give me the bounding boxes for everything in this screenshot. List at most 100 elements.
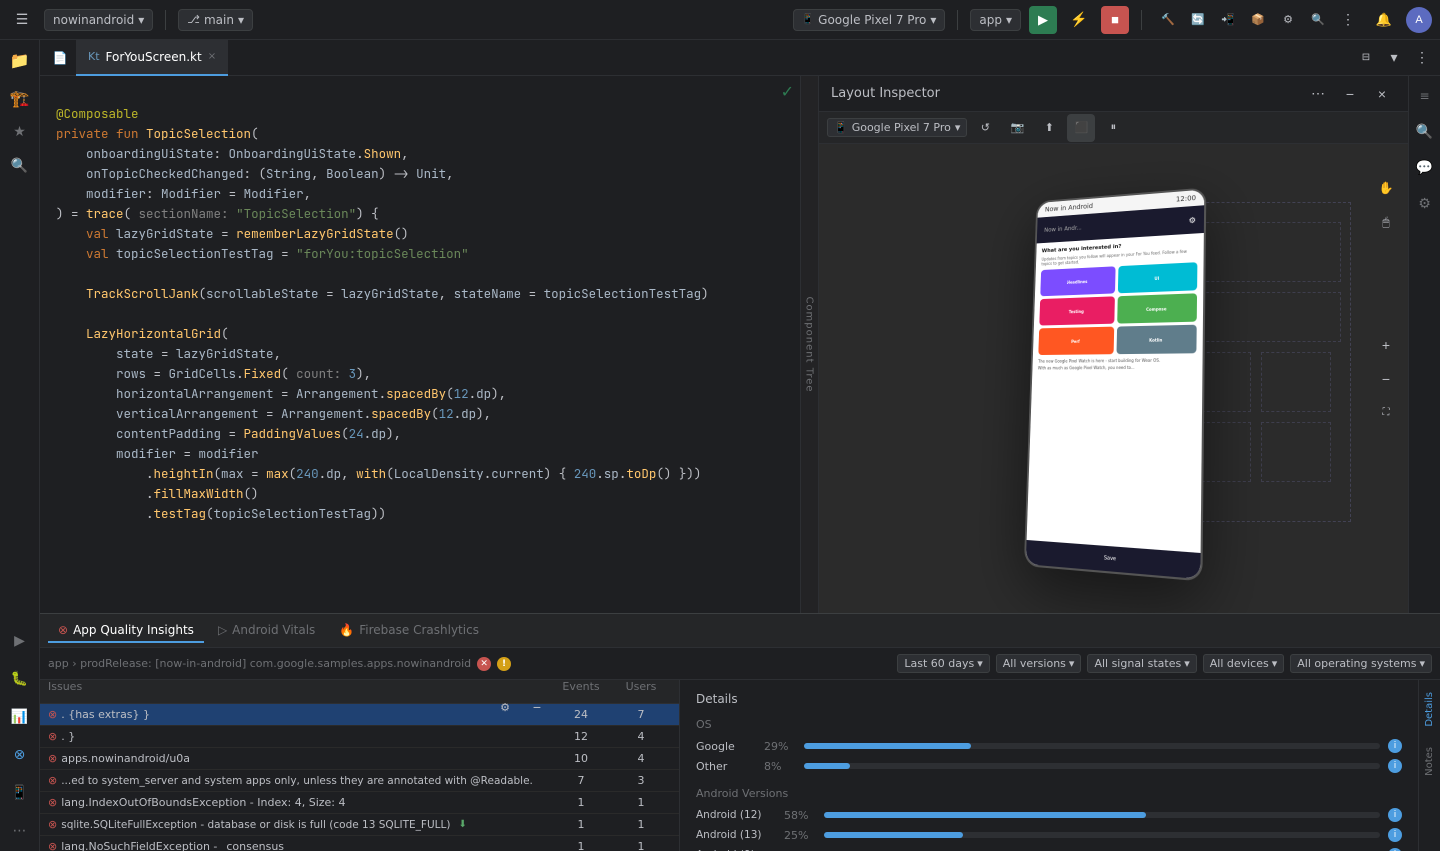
pause-button[interactable]: ⏸ — [1099, 114, 1127, 142]
close-tab-icon[interactable]: × — [208, 51, 216, 62]
android-versions-title: Android Versions — [696, 787, 1402, 800]
av-bar-13: Android (13) 25% i — [696, 828, 1402, 842]
issue-row-3[interactable]: ⊗ apps.nowinandroid/u0a 10 4 — [40, 748, 679, 770]
split-options-button[interactable]: ▾ — [1380, 44, 1408, 72]
device-manager-icon[interactable]: 📱 — [4, 777, 36, 809]
av-info-13[interactable]: i — [1388, 828, 1402, 842]
issue-users-5: 1 — [611, 796, 671, 809]
versions-filter[interactable]: All versions ▾ — [996, 654, 1082, 673]
issue-row-6[interactable]: ⊗ sqlite.SQLiteFullException - database … — [40, 814, 679, 836]
zoom-in-inspector-button[interactable]: + — [1372, 331, 1400, 359]
av-info-12[interactable]: i — [1388, 808, 1402, 822]
tab-firebase[interactable]: 🔥 Firebase Crashlytics — [329, 619, 489, 643]
avatar-button[interactable]: A — [1406, 7, 1432, 33]
sync-button[interactable]: 🔄 — [1184, 6, 1212, 34]
profiler-icon[interactable]: 📊 — [4, 701, 36, 733]
app-config-btn[interactable]: app ▾ — [970, 9, 1021, 31]
favorites-icon[interactable]: ★ — [4, 116, 36, 148]
os-info-other[interactable]: i — [1388, 759, 1402, 773]
issue-users-1: 7 — [611, 708, 671, 721]
stop-button[interactable]: ■ — [1101, 6, 1129, 34]
time-range-filter[interactable]: Last 60 days ▾ — [897, 654, 989, 673]
live-update-button[interactable]: ⬛ — [1067, 114, 1095, 142]
events-col-header: Events — [551, 680, 611, 693]
phone-frame: Now in Android 12:00 Now in Andr... ⚙ Wh… — [1023, 187, 1205, 581]
file-name: ForYouScreen.kt — [106, 50, 202, 64]
sdk-manager-button[interactable]: 📦 — [1244, 6, 1272, 34]
os-filter[interactable]: All operating systems ▾ — [1290, 654, 1432, 673]
inspector-settings-icon[interactable]: ⚙ — [1409, 188, 1440, 220]
inspector-toolbar: 📱 Google Pixel 7 Pro ▾ ↺ 📷 ⬆ ⬛ ⏸ — [819, 112, 1408, 144]
inspector-header: Layout Inspector ⋯ − × — [819, 76, 1408, 112]
layout-inspector-panel: Layout Inspector ⋯ − × 📱 Google Pixel 7 … — [818, 76, 1408, 613]
run-button[interactable]: ▶ — [1029, 6, 1057, 34]
issue-row-4[interactable]: ⊗ ...ed to system_server and system apps… — [40, 770, 679, 792]
separator-2 — [957, 10, 958, 30]
more-options-button[interactable]: ⋮ — [1334, 6, 1362, 34]
file-tab-foryouscreen[interactable]: Kt ForYouScreen.kt × — [76, 40, 228, 76]
project-sidebar-icon[interactable]: 📁 — [4, 44, 36, 76]
lint-ok-icon: ✓ — [781, 82, 794, 101]
issues-collapse-button[interactable]: − — [523, 693, 551, 721]
details-title: Details — [696, 692, 1402, 706]
more-sidebar-icon[interactable]: ⋯ — [4, 815, 36, 847]
issues-settings-button[interactable]: ⚙ — [491, 693, 519, 721]
fit-inspector-button[interactable]: ⛶ — [1372, 399, 1400, 427]
time-range-label: Last 60 days — [904, 657, 974, 670]
refresh-inspector-button[interactable]: ↺ — [971, 114, 999, 142]
file-icon: Kt — [88, 50, 100, 63]
debug-button[interactable]: ⚡ — [1065, 6, 1093, 34]
chevron-down-icon-5: ▾ — [955, 121, 961, 134]
inspector-close-button[interactable]: × — [1368, 80, 1396, 108]
code-editor[interactable]: ✓ @Composable private fun TopicSelection… — [40, 76, 800, 613]
project-selector[interactable]: nowinandroid ▾ — [44, 9, 153, 31]
build-button[interactable]: 🔨 — [1154, 6, 1182, 34]
structure-icon[interactable]: 🏗️ — [4, 82, 36, 114]
issue-row-5[interactable]: ⊗ lang.IndexOutOfBoundsException - Index… — [40, 792, 679, 814]
device-selector-btn[interactable]: 📱 Google Pixel 7 Pro ▾ — [793, 9, 946, 31]
issue-users-2: 4 — [611, 730, 671, 743]
hamburger-menu-button[interactable]: ☰ — [8, 6, 36, 34]
issue-row-2[interactable]: ⊗ . } 12 4 — [40, 726, 679, 748]
pan-inspector-button[interactable]: 🖱 — [1372, 208, 1400, 236]
run-sidebar-icon[interactable]: ▶ — [4, 625, 36, 657]
zoom-out-inspector-button[interactable]: − — [1372, 365, 1400, 393]
firebase-label: Firebase Crashlytics — [359, 623, 479, 637]
issue-users-6: 1 — [611, 818, 671, 831]
settings-button[interactable]: ⚙ — [1274, 6, 1302, 34]
avd-manager-button[interactable]: 📲 — [1214, 6, 1242, 34]
details-tab-details[interactable]: Details — [1422, 684, 1437, 735]
issue-row-7[interactable]: ⊗ lang.NoSuchFieldException - _consensus… — [40, 836, 679, 851]
issue-text-4: ⊗ ...ed to system_server and system apps… — [48, 774, 551, 787]
find-icon[interactable]: 🔍 — [4, 150, 36, 182]
inspector-tools-icon[interactable]: 🔍 — [1409, 116, 1440, 148]
select-inspector-button[interactable]: ✋ — [1372, 174, 1400, 202]
live-edit-icon[interactable]: 💬 — [1409, 152, 1440, 184]
issues-table: Issues Events Users ⚙ − ⊗ . {has extras}… — [40, 680, 680, 851]
debug-sidebar-icon[interactable]: 🐛 — [4, 663, 36, 695]
new-file-icon[interactable]: 📄 — [44, 42, 76, 74]
attributes-icon[interactable]: ≡ — [1409, 80, 1440, 112]
branch-selector[interactable]: ⎇ main ▾ — [178, 9, 253, 31]
inspector-minimize-button[interactable]: − — [1336, 80, 1364, 108]
av-label-13: Android (13) — [696, 829, 776, 841]
details-tab-notes[interactable]: Notes — [1422, 739, 1437, 784]
app-quality-sidebar-icon[interactable]: ⊗ — [4, 739, 36, 771]
devices-filter[interactable]: All devices ▾ — [1203, 654, 1285, 673]
more-tabs-button[interactable]: ⋮ — [1408, 44, 1436, 72]
export-button[interactable]: ⬆ — [1035, 114, 1063, 142]
split-editor-button[interactable]: ⊟ — [1352, 44, 1380, 72]
av-label-12: Android (12) — [696, 809, 776, 821]
os-info-google[interactable]: i — [1388, 739, 1402, 753]
versions-label: All versions — [1003, 657, 1066, 670]
tab-app-quality[interactable]: ⊗ App Quality Insights — [48, 619, 204, 643]
signal-states-filter[interactable]: All signal states ▾ — [1087, 654, 1196, 673]
inspector-device-selector[interactable]: 📱 Google Pixel 7 Pro ▾ — [827, 118, 967, 137]
issue-row-1[interactable]: ⊗ . {has extras} } 24 7 — [40, 704, 679, 726]
notifications-button[interactable]: 🔔 — [1370, 6, 1398, 34]
capture-screenshot-button[interactable]: 📷 — [1003, 114, 1031, 142]
tab-android-vitals[interactable]: ▷ Android Vitals — [208, 619, 325, 643]
issue-text-1: ⊗ . {has extras} } — [48, 708, 551, 721]
search-button[interactable]: 🔍 — [1304, 6, 1332, 34]
inspector-settings-button[interactable]: ⋯ — [1304, 80, 1332, 108]
